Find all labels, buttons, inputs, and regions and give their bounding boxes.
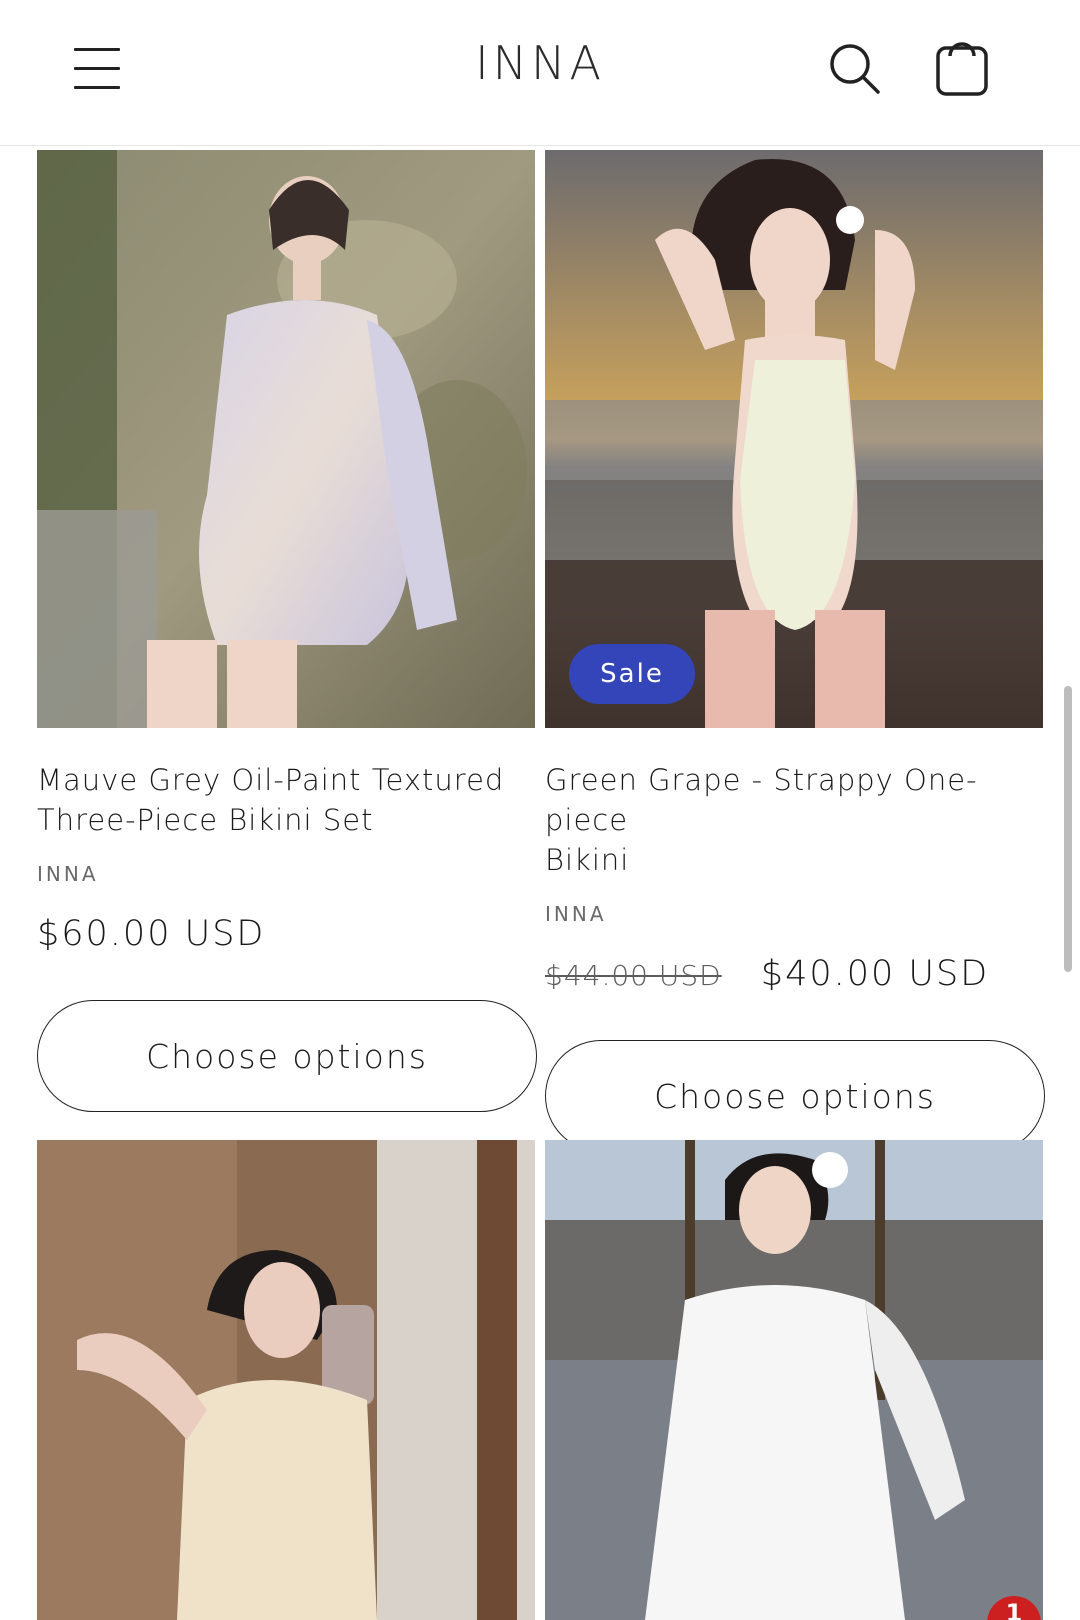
price-current: $40.00 USD — [760, 954, 990, 994]
choose-options-button[interactable]: Choose options — [545, 1040, 1045, 1152]
product-card: Sale Green Grape - Strappy One-piece Bik… — [545, 150, 1045, 1152]
price-current: $60.00 USD — [37, 914, 266, 954]
sale-badge: Sale — [569, 644, 695, 704]
product-card: Mauve Grey Oil-Paint Textured Three-Piec… — [37, 150, 537, 1112]
scrollbar[interactable] — [1064, 686, 1072, 972]
product-image[interactable] — [545, 1140, 1043, 1620]
product-vendor: INNA — [37, 862, 99, 886]
product-image[interactable] — [37, 1140, 535, 1620]
site-header: INNA — [0, 0, 1080, 146]
choose-options-button[interactable]: Choose options — [37, 1000, 537, 1112]
product-title[interactable]: Green Grape - Strappy One-piece Bikini — [545, 760, 1043, 880]
search-icon[interactable] — [826, 40, 886, 100]
product-prices: $60.00 USD — [37, 914, 535, 960]
product-vendor: INNA — [545, 902, 607, 926]
site-logo[interactable]: INNA — [0, 36, 1080, 90]
cart-icon[interactable] — [932, 40, 992, 100]
product-prices: $44.00 USD $40.00 USD — [545, 954, 1043, 1000]
product-title[interactable]: Mauve Grey Oil-Paint Textured Three-Piec… — [37, 760, 535, 840]
price-compare: $44.00 USD — [545, 959, 722, 992]
product-image[interactable]: Sale — [545, 150, 1043, 728]
product-image[interactable] — [37, 150, 535, 728]
